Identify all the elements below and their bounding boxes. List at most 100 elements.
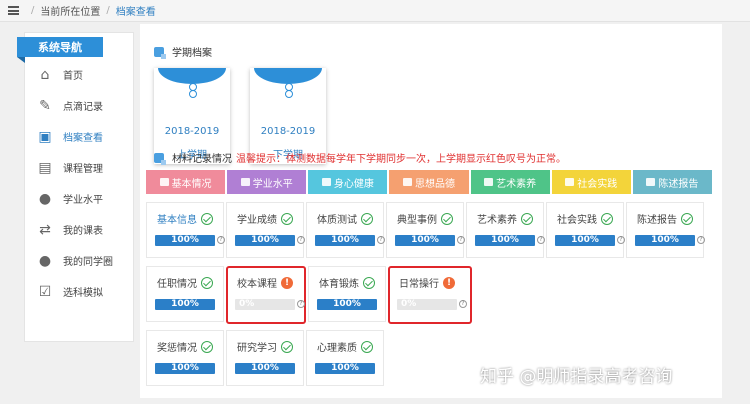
progress-bar: 100% [395, 235, 455, 246]
item-label: 学业成绩 [237, 215, 277, 226]
help-icon[interactable]: ? [297, 236, 305, 244]
progress-bar: 100% [155, 235, 215, 246]
check-circle-icon [201, 276, 213, 289]
help-icon[interactable]: ? [617, 236, 625, 244]
tab-report[interactable]: 陈述报告 [632, 170, 712, 194]
sidebar-item-archive[interactable]: ▣ 档案查看 [25, 121, 133, 152]
progress-bar: 100% [317, 299, 377, 310]
card-cap [254, 68, 322, 84]
sidebar-item-label: 课程管理 [63, 164, 103, 175]
graduation-cap-icon [240, 178, 250, 186]
users-icon: ● [38, 252, 52, 269]
sidebar-item-label: 点滴记录 [63, 102, 103, 113]
sidebar-item-label: 我的同学圈 [63, 257, 113, 268]
progress-bar: 100% [635, 235, 695, 246]
sidebar-item-label: 首页 [63, 71, 83, 82]
section-icon [154, 46, 166, 59]
progress-bar: 100% [475, 235, 535, 246]
item-label: 艺术素养 [477, 215, 517, 226]
image-icon [484, 178, 494, 186]
main-content: 学期档案 2018-2019 上学期 2018-2019 下学期 材料记录情况 … [140, 24, 722, 398]
item-card-daily-conduct[interactable]: 日常操行! 0% ? [388, 266, 472, 324]
sidebar-item-home[interactable]: ⌂ 首页 [25, 59, 133, 90]
menu-icon[interactable] [8, 6, 19, 15]
progress-bar: 100% [315, 363, 375, 374]
help-icon[interactable]: ? [459, 300, 467, 308]
check-circle-icon [441, 212, 453, 225]
progress-text: 0% [239, 299, 255, 309]
item-card-typical-case[interactable]: 典型事例 100% ? [386, 202, 465, 258]
section-icon [154, 152, 166, 165]
item-card-basic-info[interactable]: 基本信息 100% ? [146, 202, 225, 258]
check-circle-icon [601, 212, 613, 225]
card-cap [158, 68, 226, 84]
item-card-position[interactable]: 任职情况 100% [146, 266, 224, 322]
progress-text: 100% [171, 363, 199, 373]
item-label: 典型事例 [397, 215, 437, 226]
tab-morality[interactable]: 思想品德 [389, 170, 469, 194]
item-label: 基本信息 [157, 215, 197, 226]
check-circle-icon [521, 212, 533, 225]
home-icon: ⌂ [40, 66, 50, 83]
user-icon: ● [38, 190, 52, 207]
progress-bar: 100% [315, 235, 375, 246]
item-label: 心理素质 [317, 343, 357, 354]
item-label: 奖惩情况 [157, 343, 197, 354]
item-label: 体育锻炼 [319, 279, 359, 290]
progress-text: 100% [251, 363, 279, 373]
item-card-mental[interactable]: 心理素质 100% [306, 330, 384, 386]
edit-icon: ✎ [39, 97, 51, 114]
check-circle-icon [681, 212, 693, 225]
help-icon[interactable]: ? [377, 236, 385, 244]
tab-academic[interactable]: 学业水平 [227, 170, 307, 194]
sidebar-item-classmates[interactable]: ● 我的同学圈 [25, 245, 133, 276]
item-card-social-practice[interactable]: 社会实践 100% ? [546, 202, 625, 258]
progress-text: 100% [251, 235, 279, 245]
help-icon[interactable]: ? [297, 300, 305, 308]
item-label: 陈述报告 [637, 215, 677, 226]
help-icon[interactable]: ? [217, 236, 225, 244]
breadcrumb-current[interactable]: 档案查看 [116, 3, 156, 18]
progress-bar: 0% [397, 299, 457, 310]
tab-practice[interactable]: 社会实践 [551, 170, 631, 194]
item-card-physical-test[interactable]: 体质测试 100% ? [306, 202, 385, 258]
watermark: 知乎 @明师指录高考咨询 [480, 367, 673, 387]
pin-icon [189, 83, 197, 98]
sidebar-nav: ⌂ 首页 ✎ 点滴记录 ▣ 档案查看 ▤ 课程管理 ● 学业水平 ⇄ 我的课表 … [25, 59, 133, 307]
breadcrumb-location: 当前所在位置 [40, 7, 101, 18]
sidebar-item-records[interactable]: ✎ 点滴记录 [25, 90, 133, 121]
check-circle-icon [201, 212, 213, 225]
progress-bar: 0% [235, 299, 295, 310]
sidebar-item-label: 档案查看 [63, 133, 103, 144]
item-card-art[interactable]: 艺术素养 100% ? [466, 202, 545, 258]
material-section-title: 材料记录情况 温馨提示：体测数据每学年下学期同步一次，上学期显示红色叹号为正常。 [154, 150, 566, 165]
breadcrumb: / 当前所在位置 / 档案查看 [0, 0, 750, 22]
progress-text: 100% [411, 235, 439, 245]
item-card-exercise[interactable]: 体育锻炼 100% [308, 266, 386, 322]
breadcrumb-separator: / [31, 5, 35, 16]
category-tabs: 基本情况 学业水平 身心健康 思想品德 艺术素养 社会实践 陈述报告 [146, 170, 712, 194]
item-card-research[interactable]: 研究学习 100% [226, 330, 304, 386]
progress-text: 0% [401, 299, 417, 309]
help-icon[interactable]: ? [537, 236, 545, 244]
help-icon[interactable]: ? [697, 236, 705, 244]
item-label: 社会实践 [557, 215, 597, 226]
document-icon [159, 178, 169, 186]
item-card-awards[interactable]: 奖惩情况 100% [146, 330, 224, 386]
sidebar-item-schedule[interactable]: ⇄ 我的课表 [25, 214, 133, 245]
sidebar-item-academic[interactable]: ● 学业水平 [25, 183, 133, 214]
progress-text: 100% [333, 299, 361, 309]
semester-year: 2018-2019 [164, 126, 220, 137]
sidebar-item-courses[interactable]: ▤ 课程管理 [25, 152, 133, 183]
help-icon[interactable]: ? [457, 236, 465, 244]
pin-icon [285, 83, 293, 98]
progress-bar: 100% [235, 363, 295, 374]
item-card-academic-score[interactable]: 学业成绩 100% ? [226, 202, 305, 258]
item-card-school-course[interactable]: 校本课程! 0% ? [226, 266, 306, 324]
tab-health[interactable]: 身心健康 [308, 170, 388, 194]
item-card-statement[interactable]: 陈述报告 100% ? [626, 202, 705, 258]
tab-art[interactable]: 艺术素养 [470, 170, 550, 194]
progress-text: 100% [491, 235, 519, 245]
tab-basic[interactable]: 基本情况 [146, 170, 226, 194]
sidebar-item-simulation[interactable]: ☑ 选科模拟 [25, 276, 133, 307]
